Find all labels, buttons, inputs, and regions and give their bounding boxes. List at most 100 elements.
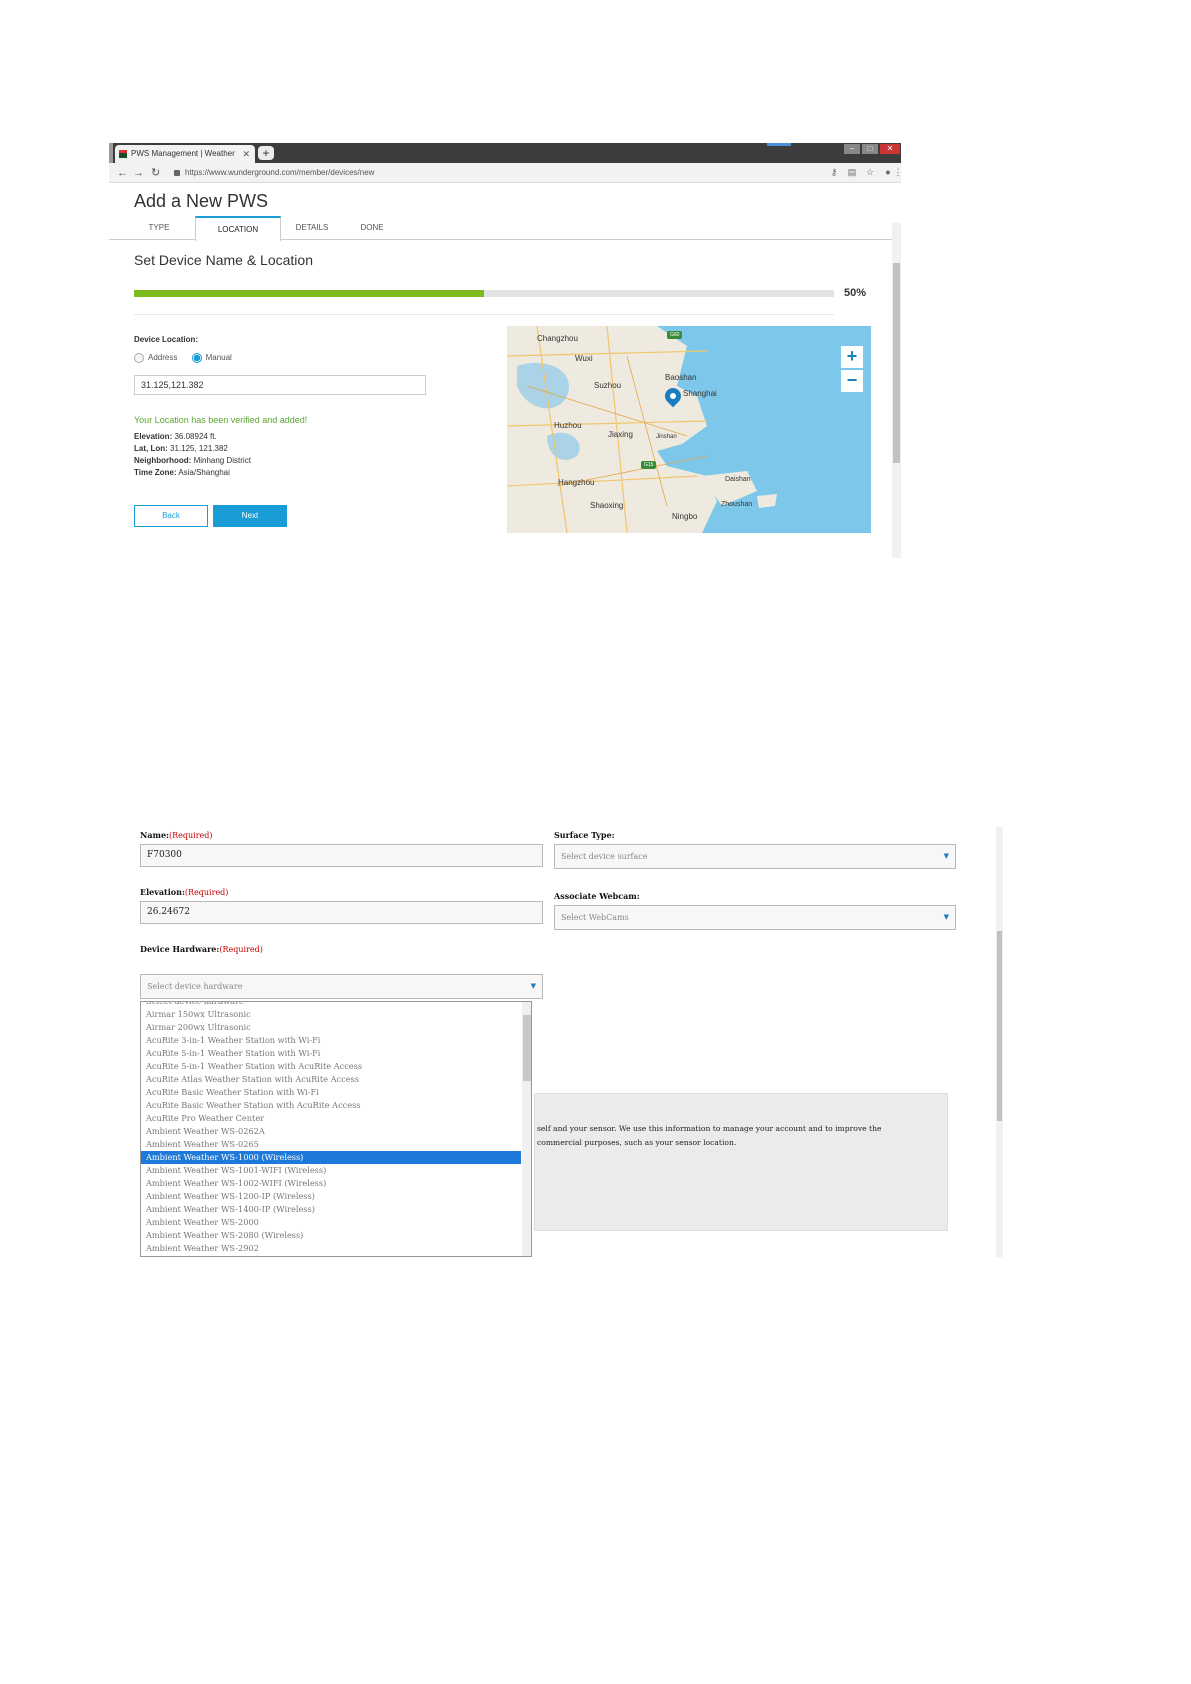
hardware-option[interactable]: Ambient Weather WS-1400-IP (Wireless): [141, 1203, 531, 1216]
chevron-down-icon: ▼: [530, 982, 536, 990]
browser-tab[interactable]: PWS Management | Weather ✕: [115, 145, 255, 163]
new-tab-button[interactable]: +: [258, 146, 274, 160]
hardware-option[interactable]: Airmar 200wx Ultrasonic: [141, 1021, 531, 1034]
location-map[interactable]: Changzhou G60 Wuxi Suzhou Baoshan Shangh…: [507, 326, 871, 533]
coordinates-input[interactable]: 31.125,121.382: [134, 375, 426, 395]
hardware-option[interactable]: Ambient Weather WS-2000: [141, 1216, 531, 1229]
name-label: Name:(Required): [140, 830, 213, 840]
hardware-option[interactable]: Ambient Weather WS-1000 (Wireless): [141, 1151, 521, 1164]
zoom-out-button[interactable]: −: [841, 370, 863, 392]
section-title: Set Device Name & Location: [134, 252, 313, 268]
map-highway-g15: G15: [641, 461, 657, 469]
webcam-select[interactable]: Select WebCams ▼: [554, 905, 956, 930]
reload-icon[interactable]: ↻: [151, 166, 160, 180]
hardware-select[interactable]: Select device hardware ▼: [140, 974, 543, 999]
hardware-option[interactable]: AcuRite Basic Weather Station with Wi-Fi: [141, 1086, 531, 1099]
divider: [134, 314, 834, 315]
hardware-option[interactable]: Ambient Weather WS-2080 (Wireless): [141, 1229, 531, 1242]
neighborhood-info: Neighborhood: Minhang District: [134, 456, 251, 465]
profile-icon[interactable]: ●: [883, 167, 893, 177]
name-label-text: Name:: [140, 830, 170, 840]
menu-icon[interactable]: ⋮: [893, 167, 902, 177]
elevation-info-value: 36.08924 ft.: [174, 432, 217, 441]
progress-fill: [134, 290, 484, 297]
elevation-required: (Required): [184, 888, 229, 897]
progress-percent: 50%: [844, 287, 867, 299]
hardware-label-text: Device Hardware:: [140, 944, 220, 954]
map-label-wuxi: Wuxi: [575, 354, 593, 363]
zoom-in-button[interactable]: +: [841, 346, 863, 368]
hardware-option[interactable]: Airmar 150wx Ultrasonic: [141, 1008, 531, 1021]
hardware-option[interactable]: Select device hardware: [141, 1002, 531, 1008]
privacy-text-line1: self and your sensor. We use this inform…: [537, 1124, 882, 1133]
hardware-option[interactable]: Ambient Weather WS-0262A: [141, 1125, 531, 1138]
hardware-option[interactable]: AcuRite Pro Weather Center: [141, 1112, 531, 1125]
tab-location[interactable]: LOCATION: [195, 216, 281, 241]
location-form: Device Location: Address Manual 31.125,1…: [134, 335, 434, 527]
hardware-option[interactable]: Ambient Weather WS-0265: [141, 1138, 531, 1151]
tab-type[interactable]: TYPE: [134, 216, 184, 240]
surface-select-value: Select device surface: [561, 852, 648, 861]
url-field[interactable]: https://www.wunderground.com/member/devi…: [173, 166, 733, 180]
next-button[interactable]: Next: [213, 505, 287, 527]
tab-close-icon[interactable]: ✕: [242, 145, 250, 163]
page-scrollbar[interactable]: [996, 827, 1003, 1257]
dropdown-scrollbar[interactable]: [522, 1002, 531, 1256]
key-icon[interactable]: ⚷: [829, 167, 839, 177]
hardware-option[interactable]: AcuRite 5-in-1 Weather Station with AcuR…: [141, 1060, 531, 1073]
webcam-select-value: Select WebCams: [561, 913, 629, 922]
bookmark-star-icon[interactable]: ☆: [865, 167, 875, 177]
address-radio[interactable]: [134, 353, 144, 363]
forward-arrow-icon[interactable]: →: [133, 166, 144, 180]
manual-radio[interactable]: [191, 353, 202, 363]
back-arrow-icon[interactable]: ←: [117, 166, 128, 180]
tab-done[interactable]: DONE: [347, 216, 397, 240]
elevation-label: Elevation:(Required): [140, 887, 228, 897]
window-edge: [109, 143, 113, 163]
hardware-option[interactable]: Ambient Weather WS-1001-WIFI (Wireless): [141, 1164, 531, 1177]
manual-radio-label: Manual: [205, 353, 232, 363]
hardware-dropdown-list[interactable]: Select device hardware Airmar 150wx Ultra…: [140, 1001, 532, 1257]
surface-select[interactable]: Select device surface ▼: [554, 844, 956, 869]
address-radio-label: Address: [148, 353, 178, 363]
lock-icon: [174, 170, 180, 176]
maximize-button[interactable]: □: [862, 144, 878, 154]
hardware-option[interactable]: AcuRite Basic Weather Station with AcuRi…: [141, 1099, 531, 1112]
translate-icon[interactable]: ▤: [847, 167, 857, 177]
add-pws-page: Add a New PWS TYPE LOCATION DETAILS DONE…: [109, 183, 901, 558]
window-close-button[interactable]: ✕: [880, 144, 900, 154]
elevation-input[interactable]: 26.24672: [140, 901, 543, 924]
scrollbar-thumb[interactable]: [997, 931, 1002, 1121]
privacy-info-box: self and your sensor. We use this inform…: [534, 1093, 948, 1231]
hardware-select-value: Select device hardware: [147, 982, 243, 991]
name-input[interactable]: F70300: [140, 844, 543, 867]
hardware-option[interactable]: Ambient Weather WS-2902: [141, 1242, 531, 1255]
name-required: (Required): [169, 831, 213, 840]
back-button[interactable]: Back: [134, 505, 208, 527]
hardware-option[interactable]: AcuRite 5-in-1 Weather Station with Wi-F…: [141, 1047, 531, 1060]
hardware-option[interactable]: AcuRite 3-in-1 Weather Station with Wi-F…: [141, 1034, 531, 1047]
hardware-option[interactable]: Ambient Weather WS-1200-IP (Wireless): [141, 1190, 531, 1203]
tab-title: PWS Management | Weather: [131, 149, 235, 158]
tab-details[interactable]: DETAILS: [287, 216, 337, 240]
map-label-daishan: Daishan: [725, 476, 751, 483]
scrollbar-thumb[interactable]: [893, 263, 900, 463]
minimize-button[interactable]: –: [844, 144, 860, 154]
page-scrollbar[interactable]: [892, 223, 901, 558]
surface-label: Surface Type:: [554, 830, 615, 840]
map-label-jiaxing: Jiaxing: [608, 430, 633, 439]
address-bar-row: ← → ↻ https://www.wunderground.com/membe…: [109, 163, 901, 183]
map-label-huzhou: Huzhou: [554, 421, 582, 430]
latlon-info-value: 31.125, 121.382: [170, 444, 228, 453]
timezone-info-label: Time Zone:: [134, 468, 177, 477]
dropdown-scrollbar-thumb[interactable]: [523, 1015, 531, 1081]
device-location-label: Device Location:: [134, 335, 199, 344]
hardware-option[interactable]: AcuRite Atlas Weather Station with AcuRi…: [141, 1073, 531, 1086]
map-label-ningbo: Ningbo: [672, 512, 698, 521]
elevation-label-text: Elevation:: [140, 887, 185, 897]
location-mode-radios: Address Manual: [134, 353, 232, 363]
timezone-info: Time Zone: Asia/Shanghai: [134, 468, 230, 477]
progress-bar: [134, 290, 834, 297]
map-label-shaoxing: Shaoxing: [590, 501, 624, 510]
hardware-option[interactable]: Ambient Weather WS-1002-WIFI (Wireless): [141, 1177, 531, 1190]
